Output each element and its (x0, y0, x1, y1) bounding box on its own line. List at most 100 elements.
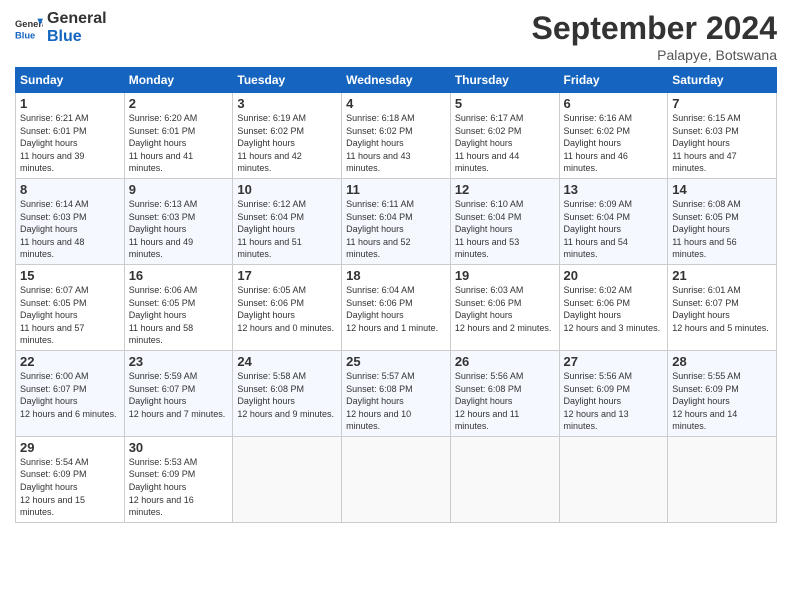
day-number: 28 (672, 354, 772, 369)
cell-info: Sunrise: 6:02 AMSunset: 6:06 PMDaylight … (564, 285, 661, 333)
logo-blue: Blue (47, 28, 107, 46)
day-number: 5 (455, 96, 555, 111)
calendar-week-5: 29 Sunrise: 5:54 AMSunset: 6:09 PMDayligh… (16, 436, 777, 522)
col-wednesday: Wednesday (342, 68, 451, 93)
title-area: September 2024 Palapye, Botswana (532, 10, 777, 63)
day-number: 24 (237, 354, 337, 369)
calendar-cell: 26 Sunrise: 5:56 AMSunset: 6:08 PMDayligh… (450, 350, 559, 436)
cell-info: Sunrise: 6:10 AMSunset: 6:04 PMDaylight … (455, 199, 524, 259)
calendar-cell: 9Sunrise: 6:13 AMSunset: 6:03 PMDaylight… (124, 178, 233, 264)
day-number: 27 (564, 354, 664, 369)
cell-info: Sunrise: 6:15 AMSunset: 6:03 PMDaylight … (672, 113, 741, 173)
day-number: 26 (455, 354, 555, 369)
day-number: 4 (346, 96, 446, 111)
calendar-cell: 17 Sunrise: 6:05 AMSunset: 6:06 PMDayligh… (233, 264, 342, 350)
calendar-cell: 30Sunrise: 5:53 AMSunset: 6:09 PMDayligh… (124, 436, 233, 522)
calendar-cell: 11 Sunrise: 6:11 AMSunset: 6:04 PMDayligh… (342, 178, 451, 264)
calendar-cell: 1 Sunrise: 6:21 AMSunset: 6:01 PMDaylight… (16, 93, 125, 179)
day-number: 1 (20, 96, 120, 111)
header-row: Sunday Monday Tuesday Wednesday Thursday… (16, 68, 777, 93)
calendar-cell: 27Sunrise: 5:56 AMSunset: 6:09 PMDayligh… (559, 350, 668, 436)
cell-info: Sunrise: 5:56 AMSunset: 6:08 PMDaylight … (455, 371, 524, 431)
cell-info: Sunrise: 6:13 AMSunset: 6:03 PMDaylight … (129, 199, 198, 259)
calendar-header: Sunday Monday Tuesday Wednesday Thursday… (16, 68, 777, 93)
location: Palapye, Botswana (532, 47, 777, 63)
calendar-cell (450, 436, 559, 522)
calendar-cell: 13 Sunrise: 6:09 AMSunset: 6:04 PMDayligh… (559, 178, 668, 264)
cell-info: Sunrise: 6:07 AMSunset: 6:05 PMDaylight … (20, 285, 89, 345)
day-number: 6 (564, 96, 664, 111)
logo-icon: General Blue (15, 14, 43, 42)
cell-info: Sunrise: 6:05 AMSunset: 6:06 PMDaylight … (237, 285, 334, 333)
calendar-cell: 25 Sunrise: 5:57 AMSunset: 6:08 PMDayligh… (342, 350, 451, 436)
day-number: 22 (20, 354, 120, 369)
header: General Blue General Blue September 2024… (15, 10, 777, 63)
cell-info: Sunrise: 5:54 AMSunset: 6:09 PMDaylight … (20, 457, 89, 517)
col-sunday: Sunday (16, 68, 125, 93)
calendar-cell: 4 Sunrise: 6:18 AMSunset: 6:02 PMDaylight… (342, 93, 451, 179)
calendar-cell: 14 Sunrise: 6:08 AMSunset: 6:05 PMDayligh… (668, 178, 777, 264)
calendar-cell: 10 Sunrise: 6:12 AMSunset: 6:04 PMDayligh… (233, 178, 342, 264)
col-friday: Friday (559, 68, 668, 93)
calendar-cell: 22Sunrise: 6:00 AMSunset: 6:07 PMDayligh… (16, 350, 125, 436)
logo: General Blue General Blue (15, 10, 107, 45)
day-number: 20 (564, 268, 664, 283)
calendar-cell (342, 436, 451, 522)
calendar-cell: 29 Sunrise: 5:54 AMSunset: 6:09 PMDayligh… (16, 436, 125, 522)
day-number: 10 (237, 182, 337, 197)
cell-info: Sunrise: 6:06 AMSunset: 6:05 PMDaylight … (129, 285, 198, 345)
cell-info: Sunrise: 6:16 AMSunset: 6:02 PMDaylight … (564, 113, 633, 173)
calendar-week-2: 8Sunrise: 6:14 AMSunset: 6:03 PMDaylight… (16, 178, 777, 264)
col-monday: Monday (124, 68, 233, 93)
day-number: 13 (564, 182, 664, 197)
cell-info: Sunrise: 6:09 AMSunset: 6:04 PMDaylight … (564, 199, 633, 259)
logo-general: General (47, 10, 107, 28)
calendar-cell (668, 436, 777, 522)
day-number: 11 (346, 182, 446, 197)
cell-info: Sunrise: 6:04 AMSunset: 6:06 PMDaylight … (346, 285, 438, 333)
day-number: 12 (455, 182, 555, 197)
day-number: 17 (237, 268, 337, 283)
day-number: 29 (20, 440, 120, 455)
calendar-cell: 23 Sunrise: 5:59 AMSunset: 6:07 PMDayligh… (124, 350, 233, 436)
day-number: 7 (672, 96, 772, 111)
day-number: 19 (455, 268, 555, 283)
calendar-cell (559, 436, 668, 522)
cell-info: Sunrise: 6:21 AMSunset: 6:01 PMDaylight … (20, 113, 89, 173)
cell-info: Sunrise: 6:01 AMSunset: 6:07 PMDaylight … (672, 285, 769, 333)
cell-info: Sunrise: 6:18 AMSunset: 6:02 PMDaylight … (346, 113, 415, 173)
cell-info: Sunrise: 5:57 AMSunset: 6:08 PMDaylight … (346, 371, 415, 431)
cell-info: Sunrise: 6:08 AMSunset: 6:05 PMDaylight … (672, 199, 741, 259)
calendar-cell: 20 Sunrise: 6:02 AMSunset: 6:06 PMDayligh… (559, 264, 668, 350)
col-saturday: Saturday (668, 68, 777, 93)
cell-info: Sunrise: 6:12 AMSunset: 6:04 PMDaylight … (237, 199, 306, 259)
col-tuesday: Tuesday (233, 68, 342, 93)
day-number: 14 (672, 182, 772, 197)
calendar-cell: 15 Sunrise: 6:07 AMSunset: 6:05 PMDayligh… (16, 264, 125, 350)
cell-info: Sunrise: 5:55 AMSunset: 6:09 PMDaylight … (672, 371, 741, 431)
day-number: 25 (346, 354, 446, 369)
calendar-week-4: 22Sunrise: 6:00 AMSunset: 6:07 PMDayligh… (16, 350, 777, 436)
calendar-cell: 5Sunrise: 6:17 AMSunset: 6:02 PMDaylight… (450, 93, 559, 179)
cell-info: Sunrise: 5:59 AMSunset: 6:07 PMDaylight … (129, 371, 226, 419)
cell-info: Sunrise: 6:11 AMSunset: 6:04 PMDaylight … (346, 199, 414, 259)
cell-info: Sunrise: 6:03 AMSunset: 6:06 PMDaylight … (455, 285, 552, 333)
calendar-cell: 12 Sunrise: 6:10 AMSunset: 6:04 PMDayligh… (450, 178, 559, 264)
cell-info: Sunrise: 6:19 AMSunset: 6:02 PMDaylight … (237, 113, 306, 173)
cell-info: Sunrise: 6:20 AMSunset: 6:01 PMDaylight … (129, 113, 198, 173)
calendar-cell: 6 Sunrise: 6:16 AMSunset: 6:02 PMDaylight… (559, 93, 668, 179)
cell-info: Sunrise: 5:53 AMSunset: 6:09 PMDaylight … (129, 457, 198, 517)
calendar-container: General Blue General Blue September 2024… (0, 0, 792, 533)
calendar-cell: 16Sunrise: 6:06 AMSunset: 6:05 PMDayligh… (124, 264, 233, 350)
calendar-cell: 8Sunrise: 6:14 AMSunset: 6:03 PMDaylight… (16, 178, 125, 264)
cell-info: Sunrise: 6:14 AMSunset: 6:03 PMDaylight … (20, 199, 89, 259)
svg-text:Blue: Blue (15, 30, 35, 40)
calendar-cell (233, 436, 342, 522)
month-title: September 2024 (532, 10, 777, 47)
day-number: 18 (346, 268, 446, 283)
day-number: 15 (20, 268, 120, 283)
day-number: 2 (129, 96, 229, 111)
calendar-cell: 2 Sunrise: 6:20 AMSunset: 6:01 PMDaylight… (124, 93, 233, 179)
day-number: 21 (672, 268, 772, 283)
day-number: 23 (129, 354, 229, 369)
